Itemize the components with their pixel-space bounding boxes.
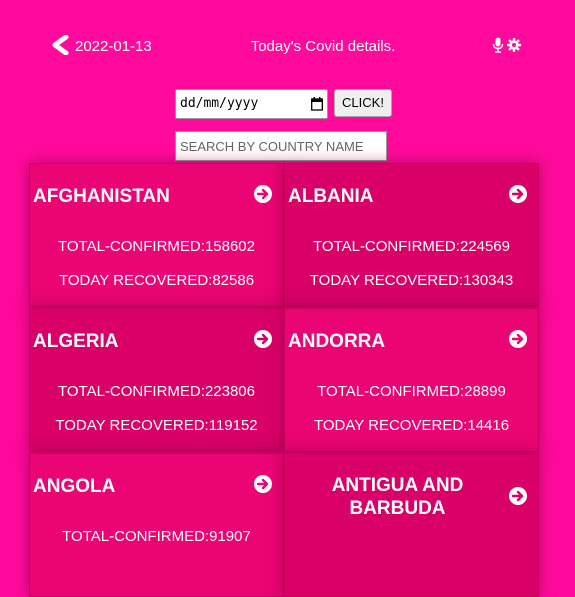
arrow-right-circle-icon[interactable] bbox=[253, 329, 273, 349]
country-name: AFGHANISTAN bbox=[33, 186, 170, 207]
country-name: ALGERIA bbox=[33, 331, 119, 352]
country-card-antigua-and-barbuda[interactable]: ANTIGUA AND BARBUDA bbox=[284, 453, 539, 597]
country-search-input[interactable]: SEARCH BY COUNTRY NAME bbox=[175, 131, 387, 161]
arrow-right-circle-icon[interactable] bbox=[253, 184, 273, 204]
confirmed-label: TOTAL-CONFIRMED: bbox=[62, 528, 210, 545]
recovered-line: TODAY RECOVERED:119152 bbox=[30, 417, 283, 434]
confirmed-value: 223806 bbox=[204, 383, 255, 400]
gear-icon[interactable] bbox=[507, 38, 521, 52]
confirmed-value: 91907 bbox=[209, 528, 251, 545]
recovered-label: TODAY RECOVERED: bbox=[58, 272, 213, 289]
confirmed-label: TOTAL-CONFIRMED: bbox=[317, 383, 465, 400]
arrow-right-circle-icon[interactable] bbox=[508, 184, 528, 204]
confirmed-line: TOTAL-CONFIRMED:224569 bbox=[285, 238, 538, 255]
date-input[interactable]: dd/mm/yyyy bbox=[175, 89, 328, 119]
confirmed-line: TOTAL-CONFIRMED:158602 bbox=[30, 238, 283, 255]
recovered-value: 82586 bbox=[212, 272, 255, 289]
arrow-right-circle-icon[interactable] bbox=[508, 329, 528, 349]
arrow-right-circle-icon[interactable] bbox=[253, 474, 273, 494]
header: 2022-01-13 Today's Covid details. bbox=[0, 0, 575, 92]
country-card-albania[interactable]: ALBANIA TOTAL-CONFIRMED:224569 TODAY REC… bbox=[284, 163, 539, 307]
recovered-line: TODAY RECOVERED:82586 bbox=[30, 272, 283, 289]
confirmed-value: 224569 bbox=[459, 238, 510, 255]
recovered-label: TODAY RECOVERED: bbox=[309, 272, 464, 289]
country-name: ANGOLA bbox=[33, 476, 116, 497]
country-card-afghanistan[interactable]: AFGHANISTAN TOTAL-CONFIRMED:158602 TODAY… bbox=[29, 163, 284, 307]
confirmed-value: 158602 bbox=[204, 238, 255, 255]
date-input-placeholder: dd/mm/yyyy bbox=[180, 96, 259, 111]
calendar-icon[interactable] bbox=[311, 97, 323, 111]
country-card-algeria[interactable]: ALGERIA TOTAL-CONFIRMED:223806 TODAY REC… bbox=[29, 308, 284, 452]
recovered-line: TODAY RECOVERED:14416 bbox=[285, 417, 538, 434]
recovered-label: TODAY RECOVERED: bbox=[55, 417, 209, 434]
microphone-icon[interactable] bbox=[492, 37, 504, 53]
country-name: ANTIGUA AND BARBUDA bbox=[331, 475, 464, 519]
confirmed-line: TOTAL-CONFIRMED:91907 bbox=[30, 528, 283, 545]
recovered-value: 130343 bbox=[463, 272, 514, 289]
confirmed-label: TOTAL-CONFIRMED: bbox=[57, 383, 205, 400]
arrow-right-circle-icon[interactable] bbox=[508, 486, 528, 506]
confirmed-line: TOTAL-CONFIRMED:28899 bbox=[285, 383, 538, 400]
confirmed-value: 28899 bbox=[464, 383, 506, 400]
recovered-value: 14416 bbox=[467, 417, 510, 434]
country-name: ALBANIA bbox=[288, 186, 374, 207]
search-placeholder: SEARCH BY COUNTRY NAME bbox=[180, 139, 364, 154]
confirmed-label: TOTAL-CONFIRMED: bbox=[57, 238, 205, 255]
country-card-andorra[interactable]: ANDORRA TOTAL-CONFIRMED:28899 TODAY RECO… bbox=[284, 308, 539, 452]
recovered-label: TODAY RECOVERED: bbox=[313, 417, 468, 434]
recovered-value: 119152 bbox=[208, 417, 258, 434]
confirmed-label: TOTAL-CONFIRMED: bbox=[312, 238, 460, 255]
click-button[interactable]: CLICK! bbox=[334, 89, 392, 117]
page-title: Today's Covid details. bbox=[250, 38, 396, 55]
recovered-line: TODAY RECOVERED:130343 bbox=[285, 272, 538, 289]
confirmed-line: TOTAL-CONFIRMED:223806 bbox=[30, 383, 283, 400]
country-name: ANDORRA bbox=[288, 331, 386, 352]
country-card-angola[interactable]: ANGOLA TOTAL-CONFIRMED:91907 bbox=[29, 453, 284, 597]
